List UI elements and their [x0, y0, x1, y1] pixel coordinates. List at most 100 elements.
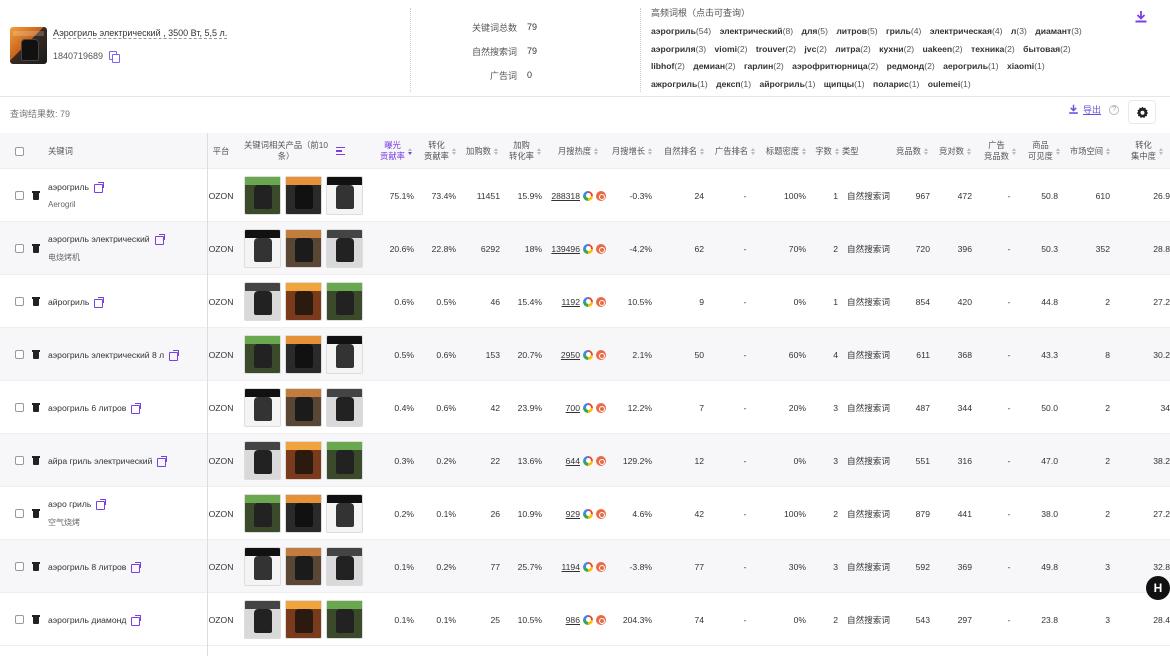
col-cart-rate-header[interactable]: 加购 转化率 — [504, 133, 546, 169]
col-cart-header[interactable]: 加购数 — [462, 133, 502, 169]
ozon-icon[interactable] — [596, 349, 606, 360]
root-tag[interactable]: поларис(1) — [873, 79, 919, 89]
keyword-main[interactable]: аэрогриль электрический 8 л — [48, 349, 180, 361]
col-conversion-header[interactable]: 转化 贡献率 — [418, 133, 462, 169]
root-tag[interactable]: кухни(2) — [879, 44, 914, 54]
col-paid-competitors-header[interactable]: 竞对数 — [934, 133, 976, 169]
row-checkbox[interactable] — [14, 403, 24, 412]
product-thumb[interactable] — [244, 229, 281, 268]
root-tag[interactable]: uakeen(2) — [923, 44, 963, 54]
google-icon[interactable] — [583, 349, 593, 360]
root-tag[interactable]: аэрогриль(54) — [651, 26, 711, 36]
root-tag[interactable]: диамант(3) — [1035, 26, 1081, 36]
root-tag[interactable]: libhof(2) — [651, 61, 685, 71]
external-link-icon[interactable] — [131, 614, 142, 626]
external-link-icon[interactable] — [157, 455, 168, 467]
heat-value[interactable]: 139496 — [551, 244, 580, 254]
row-delete-cell[interactable] — [31, 487, 41, 540]
row-delete-cell[interactable] — [31, 222, 41, 275]
row-checkbox-cell[interactable] — [13, 593, 25, 646]
sort-icon[interactable] — [1106, 147, 1111, 155]
keyword-main[interactable]: аэрогриль 6 литров — [48, 402, 142, 414]
sort-icon[interactable] — [923, 147, 928, 155]
keyword-main[interactable]: айрогриль — [48, 296, 105, 308]
table-row[interactable]: аэрогриль 8 литров OZON 0.1% 0.2% 77 25.7% 119… — [0, 540, 1170, 593]
table-row[interactable]: аэрогриль электрический 电烧烤机 OZON 20.6% 22.8… — [0, 222, 1170, 275]
row-checkbox-cell[interactable] — [13, 275, 25, 328]
root-tag[interactable]: литров(5) — [836, 26, 877, 36]
row-checkbox-cell[interactable] — [13, 487, 25, 540]
table-row[interactable]: аэрогриль электрический 8 л OZON 0.5% 0.6% 1… — [0, 328, 1170, 381]
sort-icon[interactable] — [451, 147, 456, 155]
heat-value[interactable]: 644 — [566, 456, 580, 466]
root-tag[interactable]: л(3) — [1011, 26, 1027, 36]
product-thumb[interactable] — [244, 547, 281, 586]
product-thumb[interactable] — [326, 441, 363, 480]
root-tag[interactable]: редмонд(2) — [887, 61, 935, 71]
sort-icon[interactable] — [802, 147, 807, 155]
col-heat-header[interactable]: 月搜热度 — [550, 133, 606, 169]
heat-value[interactable]: 986 — [566, 615, 580, 625]
col-competitors-header[interactable]: 竞品数 — [892, 133, 932, 169]
table-row[interactable]: аэрогриль диамонд OZON 0.1% 0.1% 25 10.5% 986 2… — [0, 593, 1170, 646]
product-thumb[interactable] — [244, 494, 281, 533]
root-tag[interactable]: для(5) — [802, 26, 828, 36]
root-tag[interactable]: гарлин(2) — [744, 61, 784, 71]
root-tag[interactable]: аэрогриля(3) — [651, 44, 706, 54]
row-checkbox[interactable] — [14, 615, 24, 624]
col-exposure-header[interactable]: 曝光 贡献率 — [374, 133, 418, 169]
product-thumb[interactable] — [326, 600, 363, 639]
root-tag[interactable]: бытовая(2) — [1023, 44, 1070, 54]
col-platform-header[interactable]: 平台 — [207, 133, 235, 169]
col-products-header[interactable]: 关键词相关产品（前10条） — [240, 133, 345, 169]
product-thumb[interactable] — [244, 600, 281, 639]
keyword-main[interactable]: айра гриль электрический — [48, 455, 168, 467]
row-delete-cell[interactable] — [31, 328, 41, 381]
table-row[interactable]: айрогриль OZON 0.6% 0.5% 46 15.4% 1192 10.5% 9 - 0… — [0, 275, 1170, 328]
google-icon[interactable] — [583, 243, 593, 254]
export-button[interactable]: 导出 ? — [1068, 103, 1120, 116]
heat-value[interactable]: 929 — [566, 509, 580, 519]
table-row[interactable]: аэро гриль 空气烧烤 OZON 0.2% 0.1% 26 10.9% 929 4.6%… — [0, 487, 1170, 540]
root-tag[interactable]: литра(2) — [835, 44, 871, 54]
trash-icon[interactable] — [32, 562, 40, 571]
sort-icon[interactable] — [407, 147, 412, 155]
product-thumb[interactable] — [244, 176, 281, 215]
product-thumb[interactable] — [326, 335, 363, 374]
trash-icon[interactable] — [32, 350, 40, 359]
keyword-main[interactable]: аэрогриль диамонд — [48, 614, 142, 626]
root-tag[interactable]: viomi(2) — [715, 44, 748, 54]
google-icon[interactable] — [583, 455, 593, 466]
row-delete-cell[interactable] — [31, 275, 41, 328]
row-checkbox[interactable] — [14, 297, 24, 306]
row-delete-cell[interactable] — [31, 540, 41, 593]
col-market-space-header[interactable]: 市场空间 — [1064, 133, 1116, 169]
help-icon[interactable]: ? — [1109, 104, 1120, 115]
row-checkbox[interactable] — [14, 509, 24, 518]
keyword-main[interactable]: аэрогриль электрический — [48, 234, 165, 245]
row-checkbox[interactable] — [14, 562, 24, 571]
product-thumb[interactable] — [244, 282, 281, 321]
keyword-main[interactable]: аэро гриль — [48, 499, 107, 510]
product-thumb[interactable] — [285, 441, 322, 480]
sort-icon[interactable] — [751, 147, 756, 155]
product-thumb[interactable] — [285, 282, 322, 321]
product-thumb[interactable] — [285, 494, 322, 533]
sort-icon[interactable] — [536, 147, 541, 155]
trash-icon[interactable] — [32, 456, 40, 465]
row-checkbox[interactable] — [14, 350, 24, 359]
heat-value[interactable]: 1192 — [562, 297, 580, 307]
col-title-density-header[interactable]: 标题密度 — [760, 133, 812, 169]
col-ad-rank-header[interactable]: 广告排名 — [710, 133, 760, 169]
ozon-icon[interactable] — [596, 296, 606, 307]
row-delete-cell[interactable] — [31, 381, 41, 434]
product-thumb[interactable] — [285, 547, 322, 586]
product-thumb[interactable] — [326, 282, 363, 321]
google-icon[interactable] — [583, 508, 593, 519]
sort-icon[interactable] — [700, 147, 705, 155]
col-growth-header[interactable]: 月搜增长 — [606, 133, 658, 169]
col-chars-header[interactable]: 字数 — [812, 133, 842, 169]
col-concentration-header[interactable]: 转化 集中度 — [1124, 133, 1170, 169]
external-link-icon[interactable] — [93, 182, 104, 193]
ozon-icon[interactable] — [596, 508, 606, 519]
